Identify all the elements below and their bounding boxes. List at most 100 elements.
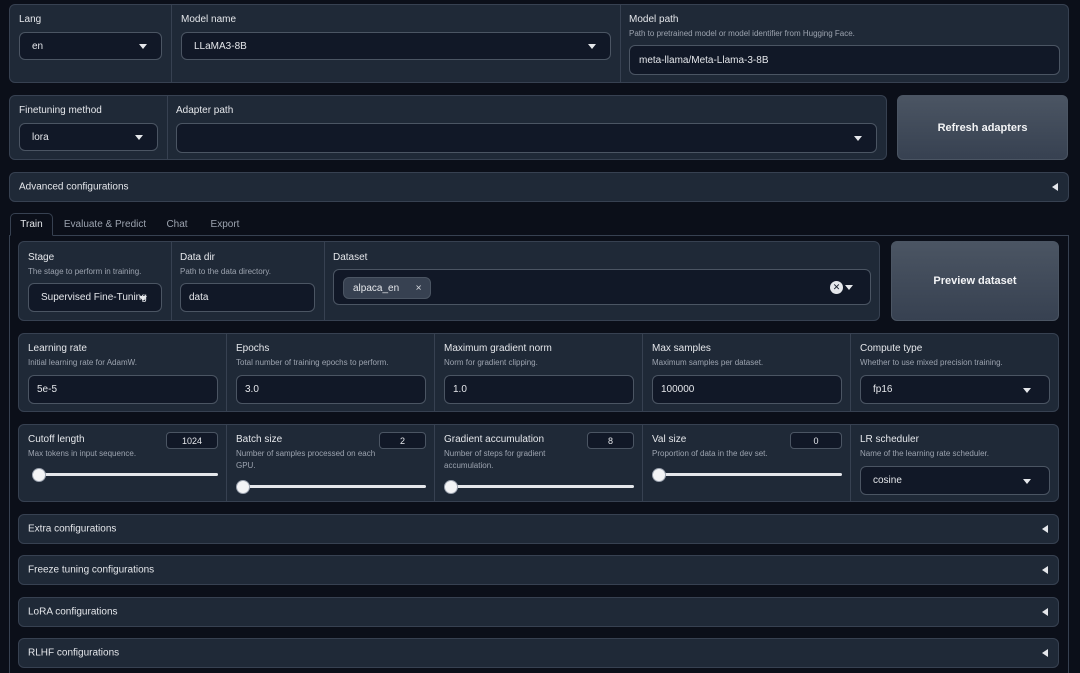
adapter-settings-panel: Finetuning method lora Adapter path [9, 95, 887, 160]
batch-size-number[interactable]: 2 [379, 432, 426, 449]
data-dir-info: Path to the data directory. [180, 267, 272, 276]
extra-configurations-accordion[interactable]: Extra configurations [18, 514, 1059, 544]
lora-configurations-label: LoRA configurations [28, 606, 118, 618]
model-name-dropdown[interactable]: LLaMA3-8B [181, 32, 611, 60]
model-path-input[interactable]: meta-llama/Meta-Llama-3-8B [629, 45, 1060, 75]
compute-type-value: fp16 [873, 384, 893, 395]
tab-evaluate-predict[interactable]: Evaluate & Predict [58, 213, 152, 236]
epochs-value: 3.0 [245, 384, 259, 395]
val-size-slider[interactable] [656, 473, 842, 476]
tab-export[interactable]: Export [202, 213, 248, 236]
max-grad-norm-value: 1.0 [453, 384, 467, 395]
extra-configurations-label: Extra configurations [28, 523, 117, 535]
lang-dropdown[interactable]: en [19, 32, 162, 60]
batch-size-cell: Batch size 2 Number of samples processed… [227, 425, 435, 501]
model-path-cell: Model path Path to pretrained model or m… [621, 5, 1068, 82]
cutoff-length-number[interactable]: 1024 [166, 432, 218, 449]
epochs-input[interactable]: 3.0 [236, 375, 426, 404]
learning-rate-label: Learning rate [28, 343, 87, 354]
epochs-info: Total number of training epochs to perfo… [236, 358, 389, 367]
dataset-chip[interactable]: alpaca_en ✕ [343, 277, 431, 299]
chevron-down-icon [845, 285, 853, 290]
grad-accum-info: Number of steps for gradient accumulatio… [444, 449, 546, 470]
advanced-configurations-label: Advanced configurations [19, 181, 129, 193]
max-samples-label: Max samples [652, 343, 711, 354]
cutoff-length-info: Max tokens in input sequence. [28, 449, 137, 458]
lang-cell: Lang en [10, 5, 172, 82]
max-samples-value: 100000 [661, 384, 695, 395]
max-grad-norm-info: Norm for gradient clipping. [444, 358, 538, 367]
val-size-slider-thumb[interactable] [652, 468, 666, 482]
lr-scheduler-dropdown[interactable]: cosine [860, 466, 1050, 495]
advanced-configurations-accordion[interactable]: Advanced configurations [9, 172, 1069, 202]
batch-size-slider[interactable] [240, 485, 426, 488]
chevron-down-icon [854, 136, 862, 141]
collapse-arrow-icon [1042, 608, 1048, 616]
freeze-tuning-configurations-accordion[interactable]: Freeze tuning configurations [18, 555, 1059, 585]
val-size-label: Val size [652, 434, 687, 445]
hyperparameter-panel-1: Learning rate Initial learning rate for … [18, 333, 1059, 412]
collapse-arrow-icon [1042, 566, 1048, 574]
epochs-label: Epochs [236, 343, 270, 354]
finetuning-method-dropdown[interactable]: lora [19, 123, 158, 151]
model-name-cell: Model name LLaMA3-8B [172, 5, 621, 82]
model-name-label: Model name [181, 14, 237, 25]
max-samples-input[interactable]: 100000 [652, 375, 842, 404]
compute-type-dropdown[interactable]: fp16 [860, 375, 1050, 404]
data-dir-input[interactable]: data [180, 283, 315, 312]
stage-value: Supervised Fine-Tuning [41, 292, 147, 303]
adapter-path-label: Adapter path [176, 105, 234, 116]
model-settings-panel: Lang en Model name LLaMA3-8B Model path … [9, 4, 1069, 83]
grad-accum-number[interactable]: 8 [587, 432, 634, 449]
rlhf-configurations-accordion[interactable]: RLHF configurations [18, 638, 1059, 668]
chevron-down-icon [139, 295, 147, 301]
compute-type-info: Whether to use mixed precision training. [860, 358, 1003, 367]
lora-configurations-accordion[interactable]: LoRA configurations [18, 597, 1059, 627]
learning-rate-info: Initial learning rate for AdamW. [28, 358, 137, 367]
tab-train[interactable]: Train [10, 213, 53, 236]
max-samples-cell: Max samples Maximum samples per dataset.… [643, 334, 851, 411]
adapter-path-cell: Adapter path [168, 96, 886, 159]
stage-cell: Stage The stage to perform in training. … [19, 242, 172, 320]
batch-size-label: Batch size [236, 434, 283, 445]
tab-chat[interactable]: Chat [157, 213, 197, 236]
dataset-cell: Dataset alpaca_en ✕ ✕ [325, 242, 879, 320]
batch-size-slider-thumb[interactable] [236, 480, 250, 494]
freeze-tuning-configurations-label: Freeze tuning configurations [28, 564, 155, 576]
preview-dataset-button[interactable]: Preview dataset [891, 241, 1059, 321]
lr-scheduler-label: LR scheduler [860, 434, 919, 445]
compute-type-cell: Compute type Whether to use mixed precis… [851, 334, 1058, 411]
rlhf-configurations-label: RLHF configurations [28, 647, 120, 659]
dataset-multiselect[interactable]: alpaca_en ✕ ✕ [333, 269, 871, 305]
grad-accum-label: Gradient accumulation [444, 434, 545, 445]
cutoff-length-label: Cutoff length [28, 434, 85, 445]
adapter-path-dropdown[interactable] [176, 123, 877, 153]
epochs-cell: Epochs Total number of training epochs t… [227, 334, 435, 411]
compute-type-label: Compute type [860, 343, 923, 354]
remove-chip-icon[interactable]: ✕ [415, 284, 422, 293]
lr-scheduler-value: cosine [873, 475, 902, 486]
lr-scheduler-cell: LR scheduler Name of the learning rate s… [851, 425, 1058, 501]
chevron-down-icon [1023, 478, 1031, 484]
val-size-number[interactable]: 0 [790, 432, 842, 449]
max-grad-norm-input[interactable]: 1.0 [444, 375, 634, 404]
model-path-info: Path to pretrained model or model identi… [629, 29, 855, 38]
finetuning-method-cell: Finetuning method lora [10, 96, 168, 159]
grad-accum-slider-thumb[interactable] [444, 480, 458, 494]
learning-rate-input[interactable]: 5e-5 [28, 375, 218, 404]
stage-dropdown[interactable]: Supervised Fine-Tuning [28, 283, 162, 312]
cutoff-length-slider-thumb[interactable] [32, 468, 46, 482]
chevron-down-icon [135, 135, 143, 140]
finetuning-method-label: Finetuning method [19, 105, 102, 116]
cutoff-length-slider[interactable] [32, 473, 218, 476]
grad-accum-slider[interactable] [448, 485, 634, 488]
lr-scheduler-info: Name of the learning rate scheduler. [860, 449, 989, 458]
max-grad-norm-cell: Maximum gradient norm Norm for gradient … [435, 334, 643, 411]
chevron-down-icon [139, 44, 147, 49]
batch-size-info: Number of samples processed on each GPU. [236, 449, 376, 470]
collapse-arrow-icon [1042, 649, 1048, 657]
collapse-arrow-icon [1042, 525, 1048, 533]
clear-selection-icon[interactable]: ✕ [830, 281, 843, 294]
refresh-adapters-button[interactable]: Refresh adapters [897, 95, 1068, 160]
data-dir-label: Data dir [180, 252, 216, 263]
